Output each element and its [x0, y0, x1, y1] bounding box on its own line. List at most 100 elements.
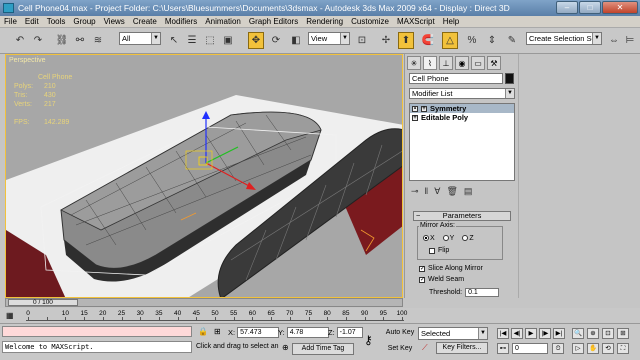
create-tab-icon[interactable]: ✳ — [407, 56, 421, 70]
set-key-mode-icon[interactable]: ⟋ — [422, 343, 428, 353]
pan-icon[interactable]: ✋ — [587, 343, 599, 354]
configure-modifier-sets-icon[interactable]: ▤ — [464, 186, 473, 197]
redo-icon[interactable]: ↷ — [30, 32, 46, 49]
select-and-rotate-icon[interactable]: ⟳ — [268, 32, 284, 49]
modifier-list-dropdown[interactable]: Modifier List ▼ — [409, 88, 515, 99]
next-frame-icon[interactable]: |▶ — [539, 328, 551, 339]
spinner-snap-icon[interactable]: ⇕ — [484, 32, 500, 49]
menu-graph-editors[interactable]: Graph Editors — [249, 17, 298, 26]
rectangular-selection-icon[interactable]: ⬚ — [202, 32, 218, 49]
key-mode-toggle-icon[interactable]: ⊷ — [497, 343, 509, 354]
pin-stack-icon[interactable]: ⊸ — [411, 186, 419, 197]
key-icon[interactable]: ⚷ — [364, 333, 373, 347]
field-of-view-icon[interactable]: ▷ — [572, 343, 584, 354]
menu-maxscript[interactable]: MAXScript — [397, 17, 435, 26]
time-configuration-icon[interactable]: ⏲ — [552, 343, 564, 354]
set-key-button[interactable]: Set Key — [384, 343, 416, 355]
select-object-icon[interactable]: ↖ — [166, 32, 182, 49]
keyboard-shortcut-override-icon[interactable]: ⬆ — [398, 32, 414, 49]
previous-frame-icon[interactable]: ◀| — [511, 328, 523, 339]
parameters-rollout-header[interactable]: − Parameters — [413, 211, 511, 221]
menu-modifiers[interactable]: Modifiers — [165, 17, 197, 26]
maximize-button[interactable]: □ — [579, 1, 601, 14]
maxscript-listener-input[interactable]: Welcome to MAXScript. — [2, 341, 192, 353]
hierarchy-tab-icon[interactable]: ⊥ — [439, 56, 453, 70]
select-and-manipulate-icon[interactable]: ✢ — [378, 32, 394, 49]
viewport-label[interactable]: Perspective — [9, 57, 46, 64]
stack-item-symmetry[interactable]: • + Symmetry — [410, 104, 514, 113]
current-frame-field[interactable]: 0 — [512, 343, 548, 354]
absolute-mode-icon[interactable]: ⊞ — [214, 327, 221, 336]
threshold-spinner[interactable]: 0.1 — [465, 288, 500, 297]
time-slider[interactable]: 0 / 100 — [5, 298, 403, 307]
pivot-center-icon[interactable]: ⊡ — [354, 32, 370, 49]
snaps-toggle-icon[interactable]: 🧲 — [420, 32, 436, 49]
weld-seam-checkbox[interactable]: ✓ Weld Seam — [419, 276, 464, 283]
menu-help[interactable]: Help — [443, 17, 459, 26]
angle-snap-icon[interactable]: △ — [442, 32, 458, 49]
axis-y-radio[interactable]: Y — [442, 235, 454, 242]
window-crossing-icon[interactable]: ▣ — [220, 32, 236, 49]
select-by-name-icon[interactable]: ☰ — [184, 32, 200, 49]
menu-rendering[interactable]: Rendering — [306, 17, 343, 26]
mirror-icon[interactable]: ⇔ — [606, 32, 622, 49]
minimize-button[interactable]: – — [556, 1, 578, 14]
percent-snap-icon[interactable]: % — [464, 32, 480, 49]
menu-views[interactable]: Views — [104, 17, 125, 26]
display-tab-icon[interactable]: ▭ — [471, 56, 485, 70]
axis-z-radio[interactable]: Z — [462, 235, 474, 242]
z-coordinate-field[interactable]: -1.07 — [336, 327, 363, 338]
light-bulb-icon[interactable]: • — [412, 105, 418, 112]
select-and-move-icon[interactable]: ✥ — [248, 32, 264, 49]
zoom-extents-icon[interactable]: ⊡ — [602, 328, 614, 339]
menu-tools[interactable]: Tools — [47, 17, 66, 26]
bind-space-warp-icon[interactable]: ≋ — [90, 32, 106, 49]
expand-icon[interactable]: + — [421, 105, 427, 112]
motion-tab-icon[interactable]: ◉ — [455, 56, 469, 70]
mini-curve-editor-icon[interactable]: ▦ — [6, 311, 14, 320]
key-mode-dropdown[interactable]: Selected ▼ — [418, 327, 488, 340]
slice-along-mirror-checkbox[interactable]: ✓ Slice Along Mirror — [419, 265, 483, 272]
stack-item-editable-poly[interactable]: + Editable Poly — [410, 113, 514, 122]
orbit-icon[interactable]: ⟲ — [602, 343, 614, 354]
axis-x-radio[interactable]: X — [423, 235, 435, 242]
maximize-viewport-icon[interactable]: ⛶ — [617, 343, 629, 354]
close-button[interactable]: ✕ — [602, 1, 638, 14]
select-and-scale-icon[interactable]: ◧ — [288, 32, 304, 49]
make-unique-icon[interactable]: ∀ — [434, 186, 440, 197]
maxscript-listener-output[interactable] — [2, 326, 192, 337]
lock-selection-icon[interactable]: 🔒 — [198, 327, 208, 336]
flip-checkbox[interactable]: Flip — [429, 247, 449, 254]
object-name-field[interactable]: Cell Phone — [409, 73, 503, 84]
menu-file[interactable]: File — [4, 17, 17, 26]
go-to-end-icon[interactable]: ▶| — [553, 328, 565, 339]
reference-coordinate-dropdown[interactable]: View ▼ — [308, 32, 350, 45]
undo-icon[interactable]: ↶ — [12, 32, 28, 49]
zoom-all-icon[interactable]: ⊕ — [587, 328, 599, 339]
unlink-icon[interactable]: ⚯ — [72, 32, 88, 49]
track-bar[interactable]: ▦ 0 10 15 20 25 30 35 40 45 50 55 60 65 70 75 80 85 90 95 1… — [0, 308, 640, 324]
add-time-tag-button[interactable]: Add Time Tag — [292, 343, 354, 355]
zoom-extents-all-icon[interactable]: ⊞ — [617, 328, 629, 339]
show-end-result-icon[interactable]: ‖ — [425, 186, 429, 197]
perspective-viewport[interactable]: Perspective Cell Phone Polys: 210 Tris: 43… — [5, 54, 403, 298]
menu-animation[interactable]: Animation — [205, 17, 241, 26]
remove-modifier-icon[interactable]: 🗑 — [446, 186, 457, 197]
menu-customize[interactable]: Customize — [351, 17, 389, 26]
selection-filter-dropdown[interactable]: All ▼ — [119, 32, 161, 45]
modify-tab-icon[interactable]: ⌇ — [423, 56, 437, 70]
edit-named-selections-icon[interactable]: ✎ — [504, 32, 520, 49]
utilities-tab-icon[interactable]: ⚒ — [487, 56, 501, 70]
y-coordinate-field[interactable]: 4.78 — [286, 327, 329, 338]
menu-group[interactable]: Group — [73, 17, 95, 26]
go-to-start-icon[interactable]: |◀ — [497, 328, 509, 339]
object-color-swatch[interactable] — [505, 73, 514, 84]
auto-key-button[interactable]: Auto Key — [384, 327, 416, 339]
key-filters-button[interactable]: Key Filters... — [436, 342, 488, 354]
menu-create[interactable]: Create — [133, 17, 157, 26]
menu-edit[interactable]: Edit — [25, 17, 39, 26]
zoom-icon[interactable]: 🔍 — [572, 328, 584, 339]
named-selection-dropdown[interactable]: Create Selection Se ▼ — [526, 32, 602, 45]
time-slider-thumb[interactable]: 0 / 100 — [8, 299, 78, 306]
align-icon[interactable]: ⊨ — [622, 32, 638, 49]
